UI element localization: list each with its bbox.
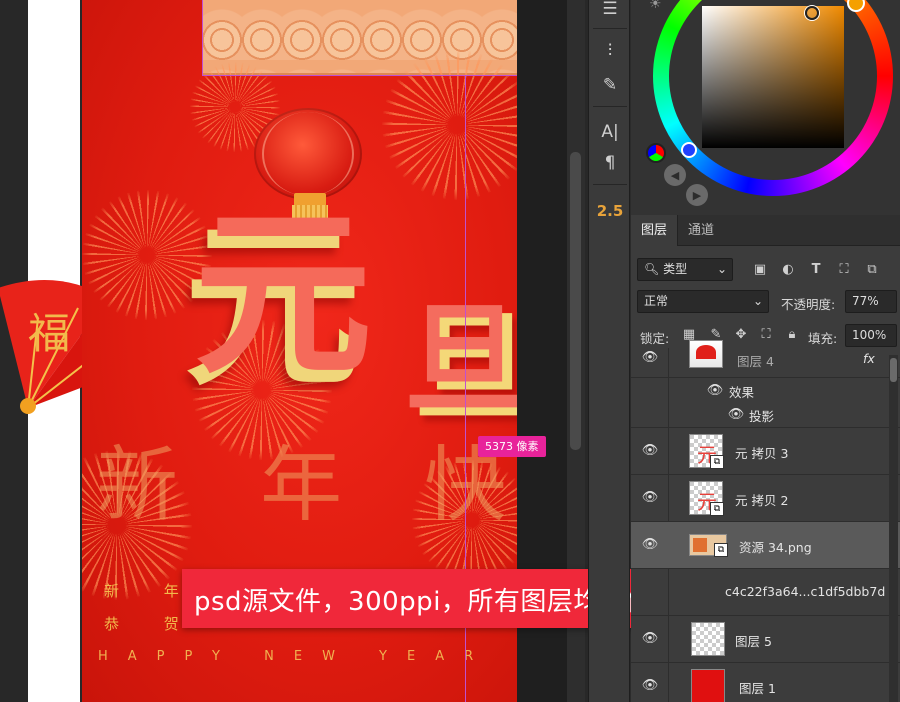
layer-name: 元 拷贝 2 bbox=[735, 493, 789, 508]
lock-label: 锁定: bbox=[640, 331, 670, 346]
lock-all-icon[interactable]: 🔒︎ bbox=[784, 327, 800, 343]
opacity-label: 不透明度: bbox=[781, 297, 836, 312]
brush-settings-icon[interactable]: ⫶ bbox=[589, 36, 631, 66]
layers-list: 👁︎ 图层 4 fx 👁︎ 效果 👁︎ 投影 👁︎ 元 ⧉ 元 拷贝 3 👁︎ … bbox=[631, 340, 900, 702]
layer-filter-select[interactable]: 🔍︎ 类型 ⌄ bbox=[637, 258, 733, 281]
layer-thumbnail bbox=[691, 622, 725, 656]
tab-channels[interactable]: 通道 bbox=[678, 215, 724, 246]
layer-row-selected[interactable]: 👁︎ ⧉ 资源 34.png bbox=[631, 522, 900, 569]
drop-shadow-row[interactable]: 👁︎ 投影 bbox=[631, 402, 900, 428]
divider bbox=[593, 106, 627, 107]
search-icon: 🔍︎ bbox=[644, 262, 660, 276]
eye-icon[interactable]: 👁︎ bbox=[641, 443, 659, 458]
adjustment-filter-icon[interactable]: ◐ bbox=[780, 262, 796, 278]
eye-icon[interactable]: 👁︎ bbox=[727, 407, 745, 422]
fill-input[interactable]: 100% bbox=[845, 324, 897, 347]
layer-row[interactable]: 👁︎ 图层 5 bbox=[631, 616, 900, 663]
layer-row[interactable]: 👁︎ 元 ⧉ 元 拷贝 3 bbox=[631, 428, 900, 475]
layers-scrollbar-thumb[interactable] bbox=[890, 358, 897, 382]
divider bbox=[593, 28, 627, 29]
fill-label: 填充: bbox=[808, 331, 838, 346]
image-filter-icon[interactable]: ▣ bbox=[752, 262, 768, 278]
canvas-scrollbar-thumb[interactable] bbox=[570, 152, 581, 450]
layer-name: 图层 5 bbox=[735, 634, 772, 649]
layer-row[interactable]: 👁︎ 图层 1 bbox=[631, 663, 900, 702]
color-panel: ☀ ◀ ▶ bbox=[631, 0, 900, 215]
properties-value-button[interactable]: 2.5 bbox=[589, 196, 631, 226]
drop-shadow-label: 投影 bbox=[749, 409, 775, 424]
greeting-text: 新 年 快 乐 bbox=[96, 438, 517, 533]
brightness-icon[interactable]: ☀ bbox=[649, 0, 662, 12]
eye-icon[interactable]: 👁︎ bbox=[706, 383, 724, 398]
layer-name: 资源 34.png bbox=[739, 540, 812, 555]
opacity-input[interactable]: 77% bbox=[845, 290, 897, 313]
layer-name: 图层 4 bbox=[737, 354, 774, 369]
eye-icon[interactable]: 👁︎ bbox=[641, 631, 659, 646]
right-panels: ☀ ◀ ▶ 图层 通道 🔍︎ 类型 ⌄ ▣ ◐ T ⛶ ⧉ 正常 ⌄ 不透明度:… bbox=[631, 0, 900, 702]
chevron-down-icon: ⌄ bbox=[752, 294, 763, 308]
layers-tab-bar: 图层 通道 bbox=[631, 215, 900, 246]
swap-forward-icon[interactable]: ▶ bbox=[686, 184, 708, 206]
layer-thumbnail: ⧉ bbox=[689, 534, 728, 557]
shape-filter-icon[interactable]: ⛶ bbox=[836, 262, 852, 278]
guide-line bbox=[202, 0, 203, 75]
swap-back-icon[interactable]: ◀ bbox=[664, 164, 686, 186]
tab-layers[interactable]: 图层 bbox=[631, 215, 679, 246]
lantern bbox=[254, 108, 362, 200]
character-icon[interactable]: A| bbox=[589, 117, 631, 147]
effects-row[interactable]: 👁︎ 效果 bbox=[631, 378, 900, 402]
brush-presets-icon[interactable]: ✎ bbox=[589, 70, 631, 100]
color-cursor[interactable] bbox=[805, 6, 819, 20]
title-char-yuan: 元 bbox=[194, 189, 372, 398]
saturation-value-square[interactable] bbox=[702, 6, 844, 148]
measure-tooltip: 5373 像素 bbox=[478, 436, 546, 457]
eye-icon[interactable]: 👁︎ bbox=[641, 350, 659, 365]
guide-line bbox=[202, 75, 517, 76]
paragraph-icon[interactable]: ¶ bbox=[589, 148, 631, 178]
happy-new-year-text: HAPPY NEW YEAR bbox=[98, 649, 494, 664]
layer-row[interactable]: 👁︎ 图层 4 fx bbox=[631, 340, 900, 378]
color-mode-icon[interactable] bbox=[646, 143, 666, 163]
eye-icon[interactable]: 👁︎ bbox=[641, 490, 659, 505]
layer-thumbnail bbox=[691, 669, 725, 702]
adjust-sliders-icon[interactable]: ☰ bbox=[589, 0, 631, 24]
fan-char: 福 bbox=[28, 309, 71, 358]
layer-name: c4c22f3a64...c1df5dbb7d bbox=[725, 584, 886, 599]
smart-object-filter-icon[interactable]: ⧉ bbox=[864, 262, 880, 278]
firework-decoration bbox=[82, 190, 212, 320]
eye-icon[interactable]: 👁︎ bbox=[641, 678, 659, 693]
text-filter-icon[interactable]: T bbox=[808, 262, 824, 278]
layer-name: 元 拷贝 3 bbox=[735, 446, 789, 461]
layers-scrollbar[interactable] bbox=[889, 355, 898, 702]
chevron-down-icon: ⌄ bbox=[716, 262, 727, 276]
blend-mode-select[interactable]: 正常 ⌄ bbox=[637, 290, 769, 313]
secondary-color-cursor[interactable] bbox=[681, 142, 697, 158]
eye-icon[interactable]: 👁︎ bbox=[641, 537, 659, 552]
title-char-dan: 旦 bbox=[404, 289, 517, 430]
firework-decoration bbox=[382, 50, 517, 200]
lock-artboard-icon[interactable]: ⛶ bbox=[758, 327, 774, 343]
fx-badge[interactable]: fx bbox=[863, 351, 875, 366]
blend-mode-value: 正常 bbox=[644, 294, 669, 308]
filter-kind-label: 类型 bbox=[663, 262, 688, 276]
effects-label: 效果 bbox=[729, 385, 755, 400]
lock-position-icon[interactable]: ✥ bbox=[733, 327, 749, 343]
layer-thumbnail: 元 ⧉ bbox=[689, 434, 724, 469]
divider bbox=[593, 184, 627, 185]
layer-thumbnail: 元 ⧉ bbox=[689, 481, 724, 516]
layer-name: 图层 1 bbox=[739, 681, 776, 696]
panel-tool-column: ☰ ⫶ ✎ A| ¶ 2.5 bbox=[588, 0, 630, 702]
layer-row[interactable]: c4c22f3a64...c1df5dbb7d bbox=[631, 569, 900, 616]
layer-thumbnail bbox=[689, 340, 723, 368]
layer-row[interactable]: 👁︎ 元 ⧉ 元 拷贝 2 bbox=[631, 475, 900, 522]
